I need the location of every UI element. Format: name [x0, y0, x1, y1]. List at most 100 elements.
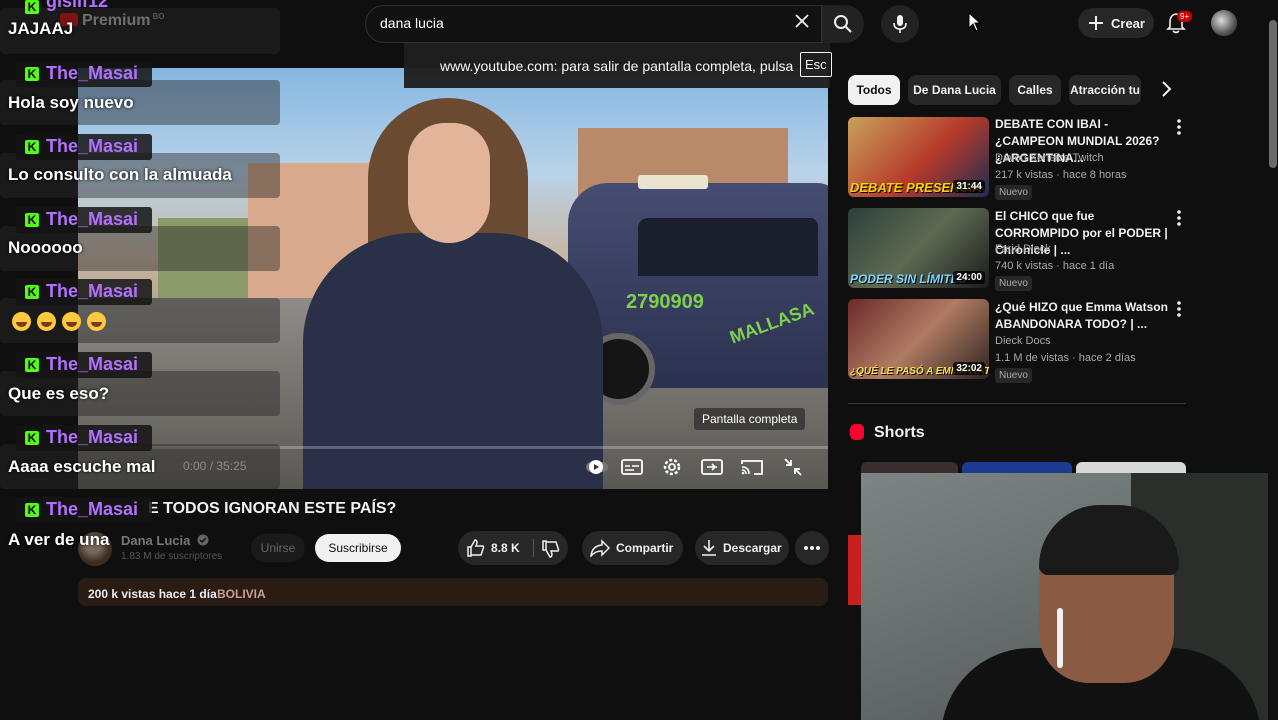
chat-username-row: K The_Masai	[16, 207, 152, 233]
kick-badge-icon: K	[25, 285, 39, 299]
laughing-emoji-icon	[12, 312, 31, 331]
plus-icon	[1089, 16, 1103, 30]
taxi-window	[638, 218, 818, 276]
thumbs-up-icon	[467, 539, 485, 557]
recommendation-title[interactable]: ¿Qué HIZO que Emma Watson ABANDONARA TOD…	[995, 299, 1170, 333]
kick-badge-icon: K	[25, 213, 39, 227]
laughing-emoji-icon	[87, 312, 106, 331]
like-button[interactable]: 8.8 K	[458, 531, 532, 565]
more-vertical-icon	[1177, 119, 1181, 135]
earphone-icon	[1057, 608, 1063, 668]
cast-icon	[741, 460, 763, 475]
autoplay-icon	[586, 460, 608, 474]
video-duration: 31:44	[953, 180, 985, 193]
esc-key-hint: Esc	[800, 52, 832, 77]
miniplayer-button[interactable]	[699, 454, 725, 480]
taxi-brand: MALLASA	[727, 298, 817, 348]
share-button[interactable]: Compartir	[582, 531, 683, 565]
autoplay-toggle[interactable]	[584, 454, 610, 480]
chip-attraction[interactable]: Atracción tu	[1069, 75, 1141, 105]
toast-message: www.youtube.com: para salir de pantalla …	[440, 58, 794, 74]
like-count: 8.8 K	[491, 541, 520, 555]
person-body	[303, 233, 603, 489]
chat-message: Hola soy nuevo	[8, 93, 134, 112]
recommendation-meta: 217 k vistas · hace 8 horas	[995, 169, 1127, 181]
recommendation-channel[interactable]: Dieck Docs	[995, 335, 1051, 347]
mouse-cursor-icon	[968, 11, 982, 37]
chat-username-row: K The_Masai	[16, 425, 152, 451]
channel-subscribers: 1.83 M de suscriptores	[121, 551, 223, 562]
recommendation-thumbnail[interactable]: PODER SIN LÍMITES 24:00	[848, 208, 989, 288]
voice-search-button[interactable]	[881, 5, 919, 43]
chat-message: Lo consulto con la almuada	[8, 165, 232, 184]
new-badge: Nuevo	[995, 185, 1032, 200]
fullscreen-toast: www.youtube.com: para salir de pantalla …	[404, 43, 832, 88]
account-avatar[interactable]	[1211, 10, 1237, 36]
dislike-button[interactable]	[534, 531, 568, 565]
more-actions-button[interactable]	[795, 531, 829, 565]
subtitles-button[interactable]	[619, 454, 645, 480]
search-input[interactable]	[378, 14, 782, 32]
recommendation-menu-button[interactable]	[1173, 300, 1185, 318]
search-box[interactable]	[365, 5, 822, 43]
chat-message: Aaaa escuche mal	[8, 457, 156, 476]
recommendation-meta: 1.1 M de vistas · hace 2 días	[995, 352, 1136, 364]
verified-icon	[197, 534, 209, 546]
laughing-emoji-icon	[62, 312, 81, 331]
fullscreen-button[interactable]	[780, 454, 806, 480]
kick-badge-icon: K	[25, 503, 39, 517]
clear-search-icon[interactable]	[794, 13, 810, 34]
channel-name[interactable]: Dana Lucia	[121, 533, 209, 548]
video-player[interactable]: 2790909 MALLASA Pantalla completa 0:00 /…	[78, 68, 828, 489]
cast-button[interactable]	[739, 454, 765, 480]
kick-badge-icon: K	[25, 0, 39, 14]
subscribe-button[interactable]: Suscribirse	[315, 534, 401, 562]
new-badge: Nuevo	[995, 368, 1032, 383]
taxi-plate-number: 2790909	[626, 291, 704, 313]
video-title: E TODOS IGNORAN ESTE PAÍS?	[148, 500, 397, 517]
like-dislike-group: 8.8 K	[458, 531, 568, 565]
recommendation-thumbnail[interactable]: ¿QUÉ LE PASÓ A EMMA WATSON? 32:02	[848, 299, 989, 379]
share-icon	[590, 539, 610, 557]
recommendation-menu-button[interactable]	[1173, 118, 1185, 136]
gear-icon	[663, 458, 681, 476]
page-scrollbar-thumb[interactable]	[1269, 20, 1277, 168]
create-button[interactable]: Crear	[1078, 8, 1154, 38]
kick-badge-icon: K	[25, 67, 39, 81]
chat-message: JAJAAJ	[8, 19, 74, 38]
chat-username-row: K The_Masai	[16, 497, 152, 523]
microphone-icon	[893, 15, 907, 33]
notification-badge: 9+	[1177, 11, 1193, 22]
search-button[interactable]	[822, 5, 864, 43]
fullscreen-tooltip: Pantalla completa	[694, 408, 806, 430]
description-box[interactable]: 200 k vistas hace 1 día BOLIVIA	[78, 578, 828, 606]
download-button[interactable]: Descargar	[695, 531, 789, 565]
short-thumbnail-edge	[848, 535, 862, 605]
chat-username-row: K The_Masai	[16, 61, 152, 87]
chip-all[interactable]: Todos	[848, 75, 900, 105]
chip-from-channel[interactable]: De Dana Lucia	[908, 75, 1001, 105]
taxi-roof-sign	[638, 175, 708, 189]
recommendation-menu-button[interactable]	[1173, 209, 1185, 227]
download-icon	[702, 540, 716, 556]
chat-message: Que es eso?	[8, 384, 110, 403]
chat-username-row: K The_Masai	[16, 134, 152, 160]
kick-badge-icon: K	[25, 358, 39, 372]
chip-streets[interactable]: Calles	[1009, 75, 1061, 105]
more-vertical-icon	[1177, 210, 1181, 226]
chat-username-row: K The_Masai	[16, 352, 152, 378]
recommendation-channel[interactable]: Farid Dieck	[995, 243, 1051, 255]
recommendation-thumbnail[interactable]: DEBATE PRESENCIA 31:44	[848, 117, 989, 197]
new-badge: Nuevo	[995, 276, 1032, 291]
join-button[interactable]: Unirse	[251, 534, 305, 562]
chat-username-row: K The_Masai	[16, 279, 152, 305]
webcam-overlay	[861, 473, 1278, 720]
chips-next-button[interactable]	[1154, 77, 1178, 101]
more-horizontal-icon	[804, 546, 820, 550]
location-tag[interactable]: BOLIVIA	[217, 587, 266, 601]
recommendation-channel[interactable]: Davoo Xeneize Twitch	[995, 152, 1104, 164]
settings-button[interactable]	[659, 454, 685, 480]
thumbs-down-icon	[542, 540, 560, 558]
recommendation-meta: 740 k vistas · hace 1 día	[995, 260, 1115, 272]
section-divider	[848, 403, 1186, 404]
